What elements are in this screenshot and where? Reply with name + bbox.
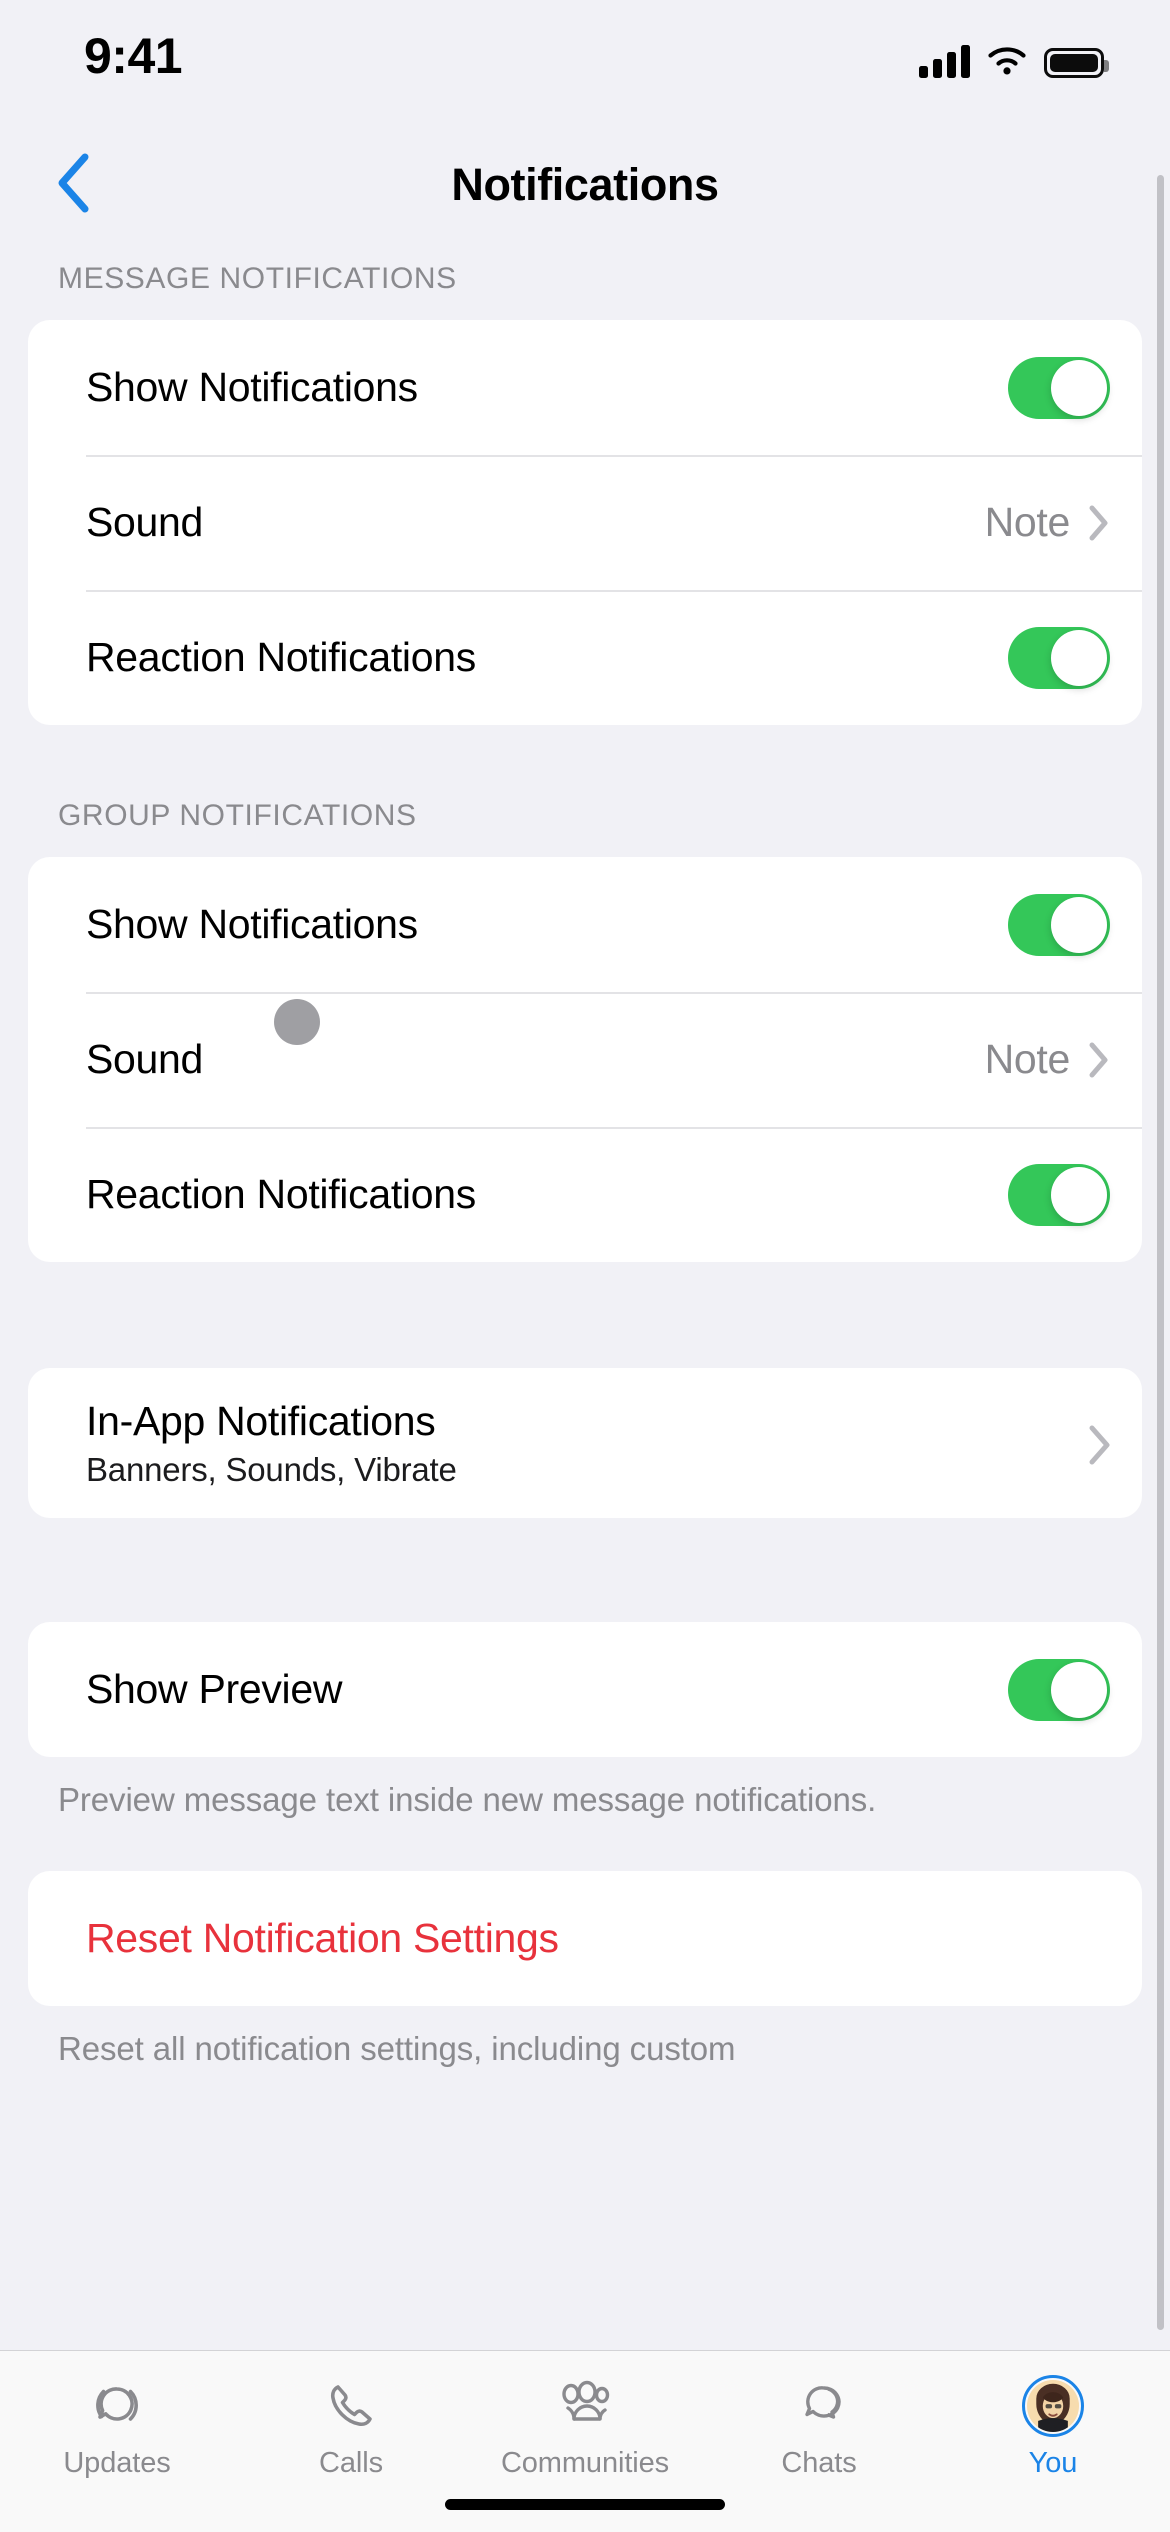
touch-indicator: [274, 999, 320, 1045]
chevron-right-icon: [1088, 1424, 1110, 1465]
row-reaction-notifications-message[interactable]: Reaction Notifications: [28, 590, 1142, 725]
tab-you[interactable]: You: [936, 2375, 1170, 2480]
profile-avatar-icon: [1022, 2375, 1084, 2437]
reset-notification-settings-card: Reset Notification Settings: [28, 1871, 1142, 2007]
row-label: Sound: [86, 499, 204, 545]
group-notifications-card: Show Notifications Sound Note Reaction N…: [28, 857, 1142, 1262]
reset-footnote: Reset all notification settings, includi…: [58, 2030, 736, 2068]
group-show-notifications-toggle[interactable]: [1008, 893, 1110, 956]
tab-label: Updates: [63, 2447, 171, 2479]
in-app-notifications-card: In-App Notifications Banners, Sounds, Vi…: [28, 1368, 1142, 1518]
tab-label: Chats: [781, 2447, 857, 2479]
status-bar-time: 9:41: [84, 28, 183, 84]
avatar: [1027, 2380, 1079, 2432]
section-header-group-notifications: GROUP NOTIFICATIONS: [58, 799, 417, 832]
show-preview-toggle[interactable]: [1008, 1658, 1110, 1721]
home-indicator: [445, 2499, 725, 2510]
battery-full-icon: [1044, 48, 1109, 78]
row-show-notifications-group[interactable]: Show Notifications: [28, 857, 1142, 992]
tab-chats[interactable]: Chats: [702, 2375, 936, 2480]
row-sound-group[interactable]: Sound Note: [28, 992, 1142, 1127]
status-bar-indicators: [919, 32, 1109, 78]
row-label: Sound: [86, 1036, 204, 1082]
tab-updates[interactable]: Updates: [0, 2375, 234, 2480]
row-in-app-notifications[interactable]: In-App Notifications Banners, Sounds, Vi…: [28, 1368, 1142, 1518]
page-title: Notifications: [451, 159, 719, 210]
phone-icon: [322, 2375, 380, 2437]
status-bar: 9:41: [0, 0, 1170, 130]
updates-status-icon: [88, 2375, 146, 2437]
group-reaction-notifications-toggle[interactable]: [1008, 1163, 1110, 1226]
show-notifications-toggle[interactable]: [1008, 356, 1110, 419]
chevron-right-icon: [1088, 1041, 1110, 1079]
row-label: Reaction Notifications: [86, 634, 476, 680]
in-app-notifications-label: In-App Notifications: [86, 1397, 436, 1444]
phone-screen: 9:41 Notifications MESSAGE NOTIFICATIONS…: [0, 0, 1170, 2532]
cellular-signal-icon: [919, 44, 970, 78]
vertical-scrollbar[interactable]: [1157, 175, 1164, 2330]
in-app-notifications-sublabel: Banners, Sounds, Vibrate: [86, 1450, 457, 1488]
row-label: Reaction Notifications: [86, 1171, 476, 1217]
row-show-preview[interactable]: Show Preview: [28, 1622, 1142, 1757]
settings-scroll-area[interactable]: MESSAGE NOTIFICATIONS Show Notifications…: [0, 240, 1170, 2350]
navigation-bar: Notifications: [0, 130, 1170, 240]
tab-label: You: [1028, 2447, 1078, 2479]
row-label: Show Notifications: [86, 364, 418, 410]
reaction-notifications-toggle[interactable]: [1008, 626, 1110, 689]
people-group-icon: [554, 2375, 616, 2437]
sound-value: Note: [984, 499, 1071, 545]
tab-communities[interactable]: Communities: [468, 2375, 702, 2480]
reset-notification-settings-label: Reset Notification Settings: [86, 1915, 559, 1962]
show-preview-footnote: Preview message text inside new message …: [58, 1781, 877, 1818]
row-show-notifications-message[interactable]: Show Notifications: [28, 320, 1142, 455]
message-notifications-card: Show Notifications Sound Note Reaction N…: [28, 320, 1142, 725]
tab-label: Communities: [500, 2447, 670, 2479]
row-reset-notification-settings[interactable]: Reset Notification Settings: [28, 1871, 1142, 2006]
avatar-ring: [1022, 2375, 1084, 2437]
section-header-message-notifications: MESSAGE NOTIFICATIONS: [58, 262, 457, 295]
wifi-icon: [986, 46, 1028, 78]
tab-label: Calls: [319, 2447, 383, 2479]
show-preview-label: Show Preview: [86, 1666, 343, 1712]
row-reaction-notifications-group[interactable]: Reaction Notifications: [28, 1127, 1142, 1262]
chat-bubbles-icon: [788, 2375, 850, 2437]
row-sound-message[interactable]: Sound Note: [28, 455, 1142, 590]
group-sound-value: Note: [984, 1036, 1071, 1082]
show-preview-card: Show Preview: [28, 1622, 1142, 1757]
row-label: Show Notifications: [86, 901, 418, 947]
chevron-right-icon: [1088, 504, 1110, 542]
tab-calls[interactable]: Calls: [234, 2375, 468, 2480]
